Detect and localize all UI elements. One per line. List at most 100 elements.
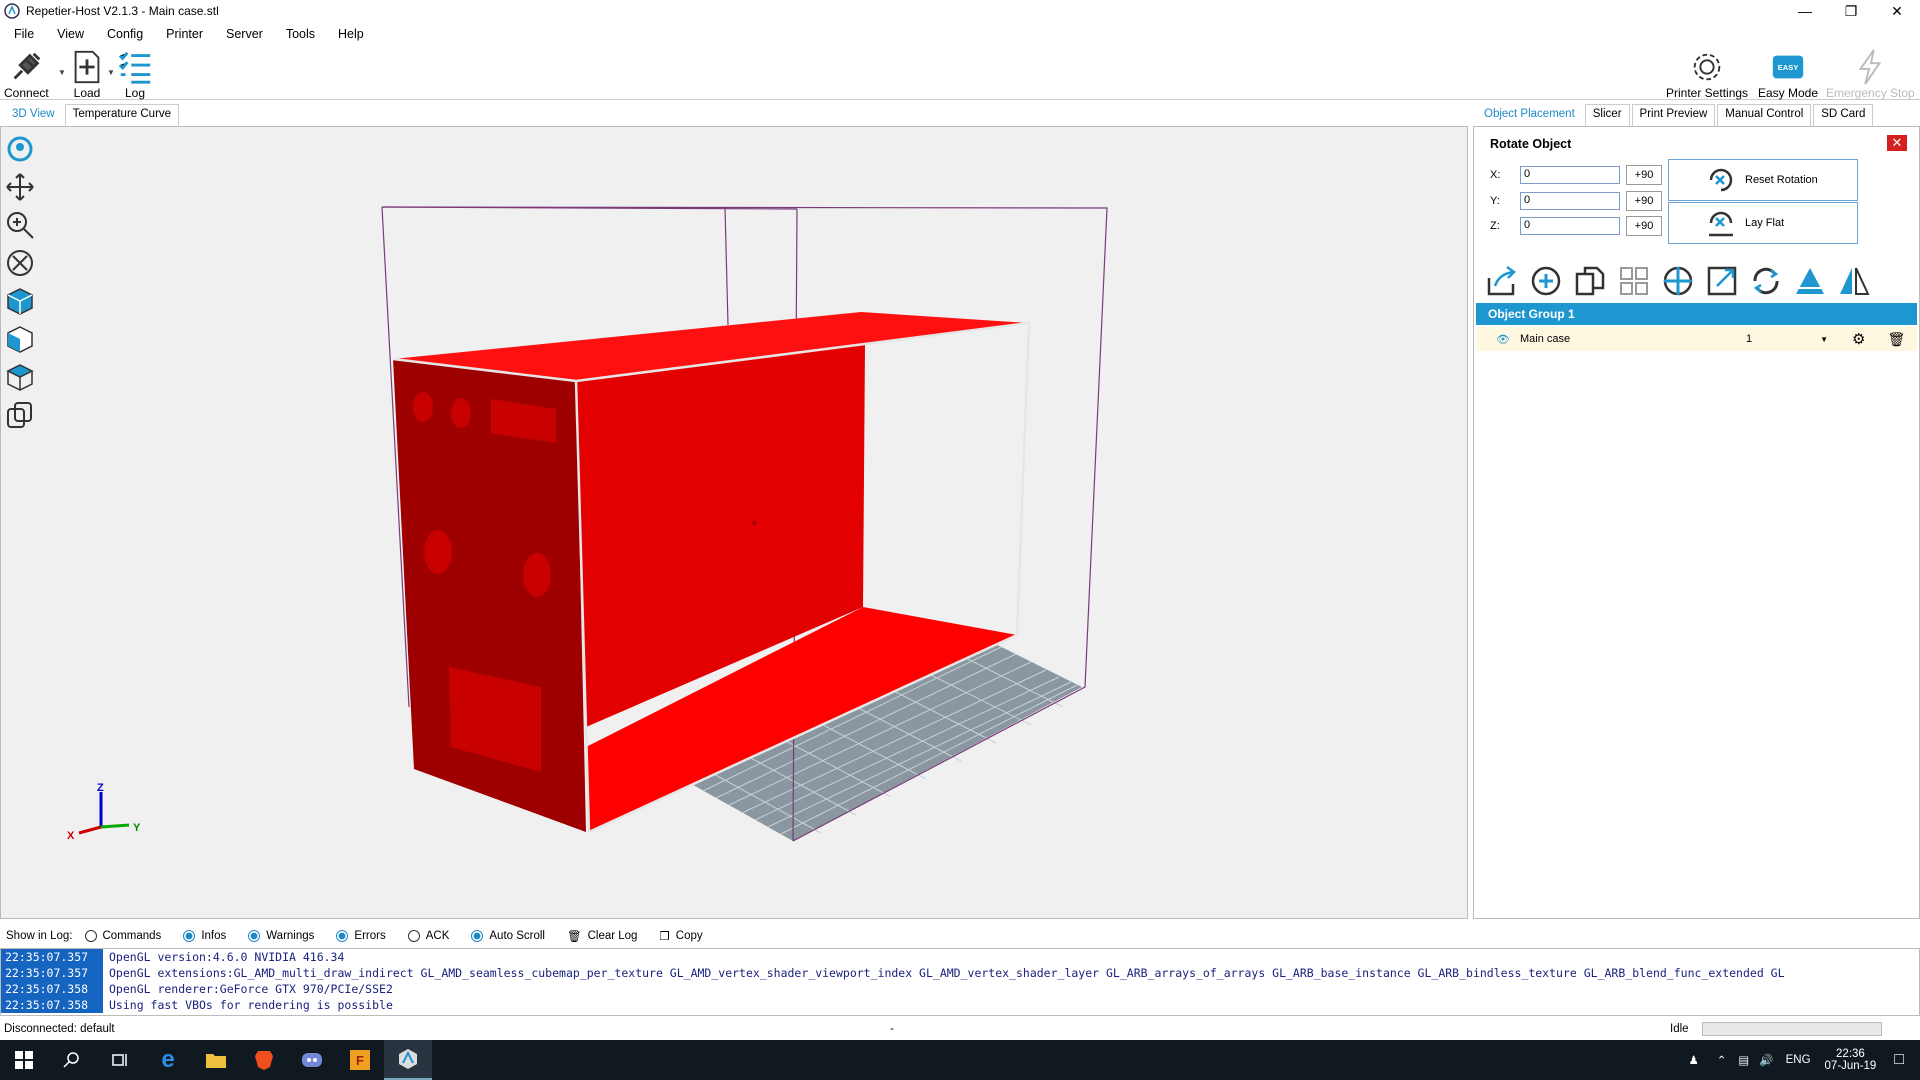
load-button[interactable]: Load	[68, 48, 106, 100]
lay-flat-button[interactable]: Lay Flat	[1668, 202, 1858, 244]
toggle-view-button[interactable]	[4, 396, 36, 434]
menu-printer[interactable]: Printer	[152, 27, 212, 41]
copy-object-button[interactable]	[1568, 261, 1612, 301]
svg-text:F: F	[356, 1053, 364, 1068]
menu-help[interactable]: Help	[324, 27, 373, 41]
object-settings-gear-icon[interactable]: ⚙	[1852, 330, 1865, 348]
emergency-stop-button[interactable]: Emergency Stop	[1826, 48, 1915, 100]
connect-dropdown-icon[interactable]: ▼	[58, 68, 66, 77]
task-view-icon[interactable]	[96, 1040, 144, 1080]
minimize-icon[interactable]: —	[1782, 0, 1828, 22]
system-tray: ♟ ⌃ ▤ 🔊 ENG 22:36 07-Jun-19 □	[1688, 1040, 1920, 1080]
move-view-button[interactable]	[4, 168, 36, 206]
top-view-button[interactable]	[4, 358, 36, 396]
tab-object-placement[interactable]: Object Placement	[1476, 104, 1583, 126]
object-list-item[interactable]: 👁 Main case 1 ▼ ⚙ 🗑	[1476, 327, 1917, 351]
cut-object-button[interactable]	[1788, 261, 1832, 301]
object-group-header[interactable]: Object Group 1	[1476, 303, 1917, 325]
log-output[interactable]: 22:35:07.357 OpenGL version:4.6.0 NVIDIA …	[0, 948, 1920, 1016]
people-icon[interactable]: ♟	[1688, 1053, 1698, 1067]
fusion-app-icon[interactable]: F	[336, 1040, 384, 1080]
zoom-view-button[interactable]	[4, 206, 36, 244]
connect-button[interactable]: Connect	[4, 48, 49, 100]
filter-warnings[interactable]: Warnings	[248, 930, 314, 942]
export-button[interactable]	[1480, 261, 1524, 301]
menu-tools[interactable]: Tools	[272, 27, 324, 41]
side-hole	[424, 530, 452, 574]
front-view-button[interactable]	[4, 320, 36, 358]
repetier-taskbar-icon[interactable]	[384, 1040, 432, 1080]
menu-view[interactable]: View	[43, 27, 93, 41]
scale-object-button[interactable]	[1700, 261, 1744, 301]
language-indicator[interactable]: ENG	[1786, 1054, 1811, 1066]
maximize-icon[interactable]: ❐	[1828, 0, 1874, 22]
easy-mode-button[interactable]: EASY Easy Mode	[1758, 48, 1818, 100]
brave-browser-icon[interactable]	[240, 1040, 288, 1080]
filter-commands[interactable]: Commands	[84, 930, 161, 942]
discord-icon[interactable]	[288, 1040, 336, 1080]
status-bar: Disconnected: default - Idle	[0, 1018, 1920, 1040]
cube-front-icon	[7, 326, 33, 353]
rotate-y-input[interactable]: 0	[1520, 192, 1620, 210]
autoplace-button[interactable]	[1612, 261, 1656, 301]
printer-settings-button[interactable]: Printer Settings	[1666, 48, 1748, 100]
start-windows-icon[interactable]	[0, 1040, 48, 1080]
rotate-x-input[interactable]: 0	[1520, 166, 1620, 184]
iso-view-button[interactable]	[4, 282, 36, 320]
clock[interactable]: 22:36 07-Jun-19	[1825, 1048, 1877, 1072]
fit-view-button[interactable]	[4, 244, 36, 282]
notifications-icon[interactable]: □	[1894, 1051, 1904, 1069]
volume-icon[interactable]: 🔊	[1759, 1053, 1773, 1067]
auto-scroll-toggle[interactable]: Auto Scroll	[471, 930, 545, 942]
add-object-button[interactable]	[1524, 261, 1568, 301]
tab-manual-control[interactable]: Manual Control	[1717, 104, 1812, 126]
side-hole	[413, 392, 433, 422]
3d-viewport[interactable]: + Z Y X	[0, 126, 1468, 919]
tab-sd-card[interactable]: SD Card	[1813, 104, 1874, 126]
log-list-icon	[118, 51, 151, 84]
3d-scene[interactable]: + Z Y X	[1, 127, 1467, 918]
rotate-z-plus90-button[interactable]: +90	[1626, 216, 1662, 236]
rotate-y-plus90-button[interactable]: +90	[1626, 191, 1662, 211]
filter-infos[interactable]: Infos	[183, 930, 226, 942]
center-object-button[interactable]	[1656, 261, 1700, 301]
svg-text:+: +	[751, 516, 758, 530]
eye-visibility-icon[interactable]: 👁	[1496, 333, 1520, 346]
menu-config[interactable]: Config	[93, 27, 152, 41]
repetier-app-icon	[4, 3, 20, 19]
filter-errors[interactable]: Errors	[336, 930, 386, 942]
network-icon[interactable]: ▤	[1738, 1053, 1749, 1067]
rotate-view-button[interactable]	[4, 130, 36, 168]
menu-server[interactable]: Server	[212, 27, 272, 41]
close-rotate-icon[interactable]: ✕	[1887, 135, 1907, 151]
delete-trash-icon[interactable]: 🗑	[1887, 331, 1905, 348]
file-explorer-icon[interactable]	[192, 1040, 240, 1080]
tab-temperature-curve[interactable]: Temperature Curve	[64, 104, 180, 126]
rotate-x-plus90-button[interactable]: +90	[1626, 165, 1662, 185]
radio-on-icon	[183, 930, 196, 942]
log-line: 22:35:07.357 OpenGL extensions:GL_AMD_mul…	[1, 965, 1919, 981]
rotate-view-icon	[7, 136, 33, 162]
search-icon[interactable]	[48, 1040, 96, 1080]
filter-ack[interactable]: ACK	[407, 930, 449, 942]
load-dropdown-icon[interactable]: ▼	[107, 68, 115, 77]
radio-on-icon	[471, 930, 484, 942]
rotate-z-input[interactable]: 0	[1520, 217, 1620, 235]
reset-rotation-button[interactable]: Reset Rotation	[1668, 159, 1858, 201]
tab-print-preview[interactable]: Print Preview	[1631, 104, 1716, 126]
object-count-select[interactable]: 1 ▼	[1742, 330, 1832, 348]
rotate-object-button[interactable]	[1744, 261, 1788, 301]
copy-log-button[interactable]: ❐ Copy	[659, 929, 702, 943]
edge-browser-icon[interactable]: e	[144, 1040, 192, 1080]
axis-label-y: Y	[133, 822, 141, 834]
clear-log-button[interactable]: 🗑 Clear Log	[567, 929, 637, 943]
tray-chevron-up-icon[interactable]: ⌃	[1717, 1053, 1727, 1067]
tab-3d-view[interactable]: 3D View	[4, 104, 63, 126]
rotate-object-header: Rotate Object	[1490, 137, 1572, 151]
menu-file[interactable]: File	[0, 27, 43, 41]
export-icon	[1487, 265, 1516, 296]
log-button[interactable]: Log	[116, 48, 154, 100]
tab-slicer[interactable]: Slicer	[1584, 104, 1630, 126]
mirror-object-button[interactable]	[1832, 261, 1876, 301]
close-window-icon[interactable]: ✕	[1874, 0, 1920, 22]
